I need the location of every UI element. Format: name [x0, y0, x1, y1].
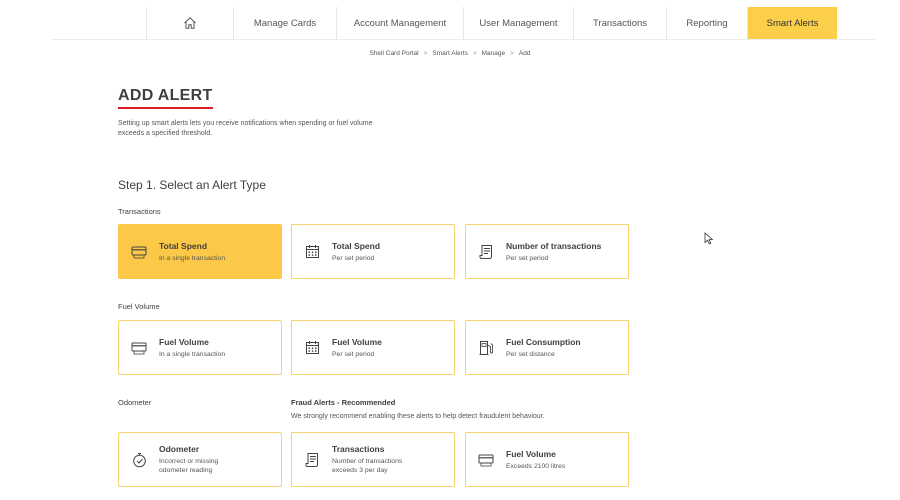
card-subtitle: In a single transaction [159, 254, 226, 262]
card-subtitle: Per set period [332, 254, 375, 262]
nav-smart-alerts[interactable]: Smart Alerts [748, 7, 837, 39]
receipt-icon [478, 244, 494, 260]
card-subtitle-line: exceeds 3 per day [332, 467, 388, 474]
fuel-pump-icon [478, 340, 494, 356]
alert-card-fraud-fuel-volume[interactable]: Fuel Volume Exceeds 2100 litres [465, 432, 629, 487]
card-icon [131, 340, 147, 356]
card-title: Fuel Consumption [506, 336, 581, 347]
mouse-cursor-icon [704, 232, 714, 245]
card-subtitle: Per set period [332, 350, 375, 358]
calendar-icon [304, 340, 320, 356]
card-subtitle-line: odometer reading [159, 467, 213, 474]
breadcrumb-separator: > [472, 50, 477, 57]
section-label-transactions: Transactions [118, 207, 161, 216]
alert-card-odometer[interactable]: Odometer Incorrect or missing odometer re… [118, 432, 282, 487]
alert-card-total-spend-period[interactable]: Total Spend Per set period [291, 224, 455, 279]
section-label-fuel-volume: Fuel Volume [118, 302, 160, 311]
alert-card-fuel-volume-period[interactable]: Fuel Volume Per set period [291, 320, 455, 375]
breadcrumb-manage[interactable]: Manage [482, 50, 506, 57]
receipt-icon [304, 452, 320, 468]
card-title: Fuel Volume [332, 336, 382, 347]
nav-account-management[interactable]: Account Management [337, 7, 464, 39]
alert-card-fuel-volume-single[interactable]: Fuel Volume In a single transaction [118, 320, 282, 375]
card-subtitle: Per set period [506, 254, 549, 262]
nav-manage-cards[interactable]: Manage Cards [234, 7, 337, 39]
step-title: Step 1. Select an Alert Type [118, 178, 266, 192]
breadcrumb-smart-alerts[interactable]: Smart Alerts [432, 50, 467, 57]
nav-reporting[interactable]: Reporting [667, 7, 748, 39]
alert-card-number-of-transactions[interactable]: Number of transactions Per set period [465, 224, 629, 279]
section-label-odometer: Odometer [118, 398, 152, 407]
card-subtitle: Number of transactions exceeds 3 per day [332, 457, 402, 475]
card-title: Fuel Volume [506, 448, 556, 459]
card-subtitle: Exceeds 2100 litres [506, 462, 566, 470]
card-icon [478, 452, 494, 468]
card-title: Fuel Volume [159, 336, 209, 347]
page-title: ADD ALERT [118, 87, 213, 104]
card-subtitle-line: Number of transactions [332, 458, 403, 465]
breadcrumb-separator: > [510, 50, 514, 57]
breadcrumb-add: Add [518, 50, 531, 57]
stopwatch-icon [131, 452, 147, 468]
alert-card-total-spend-single[interactable]: Total Spend In a single transaction [118, 224, 282, 279]
card-title: Transactions [332, 444, 385, 454]
card-subtitle: In a single transaction [159, 350, 226, 358]
breadcrumb-shell-card-portal[interactable]: Shell Card Portal [369, 50, 418, 57]
intro-text: Setting up smart alerts lets you receive… [118, 120, 373, 137]
card-title: Number of transactions [506, 240, 602, 251]
card-subtitle: Per set distance [506, 350, 555, 358]
section-label-fraud-alerts: Fraud Alerts - Recommended [291, 398, 396, 407]
alert-card-fraud-transactions[interactable]: Transactions Number of transactions excee… [291, 432, 455, 487]
home-icon [184, 17, 196, 29]
top-navigation: Manage Cards Account Management User Man… [52, 7, 875, 40]
card-subtitle: Incorrect or missing odometer reading [159, 457, 218, 475]
nav-transactions[interactable]: Transactions [574, 7, 667, 39]
card-title: Odometer [159, 444, 200, 454]
breadcrumb-separator: > [423, 50, 428, 57]
nav-user-management[interactable]: User Management [464, 7, 574, 39]
calendar-icon [304, 244, 320, 260]
card-subtitle-line: Incorrect or missing [159, 458, 219, 465]
alert-card-fuel-consumption[interactable]: Fuel Consumption Per set distance [465, 320, 629, 375]
breadcrumb: Shell Card Portal > Smart Alerts > Manage > Ad… [0, 50, 900, 57]
title-underline [118, 107, 213, 109]
card-title: Total Spend [159, 240, 208, 251]
card-icon [131, 244, 147, 260]
nav-home[interactable] [146, 7, 234, 39]
fraud-description: We strongly recommend enabling these ale… [291, 413, 545, 420]
card-title: Total Spend [332, 240, 381, 251]
